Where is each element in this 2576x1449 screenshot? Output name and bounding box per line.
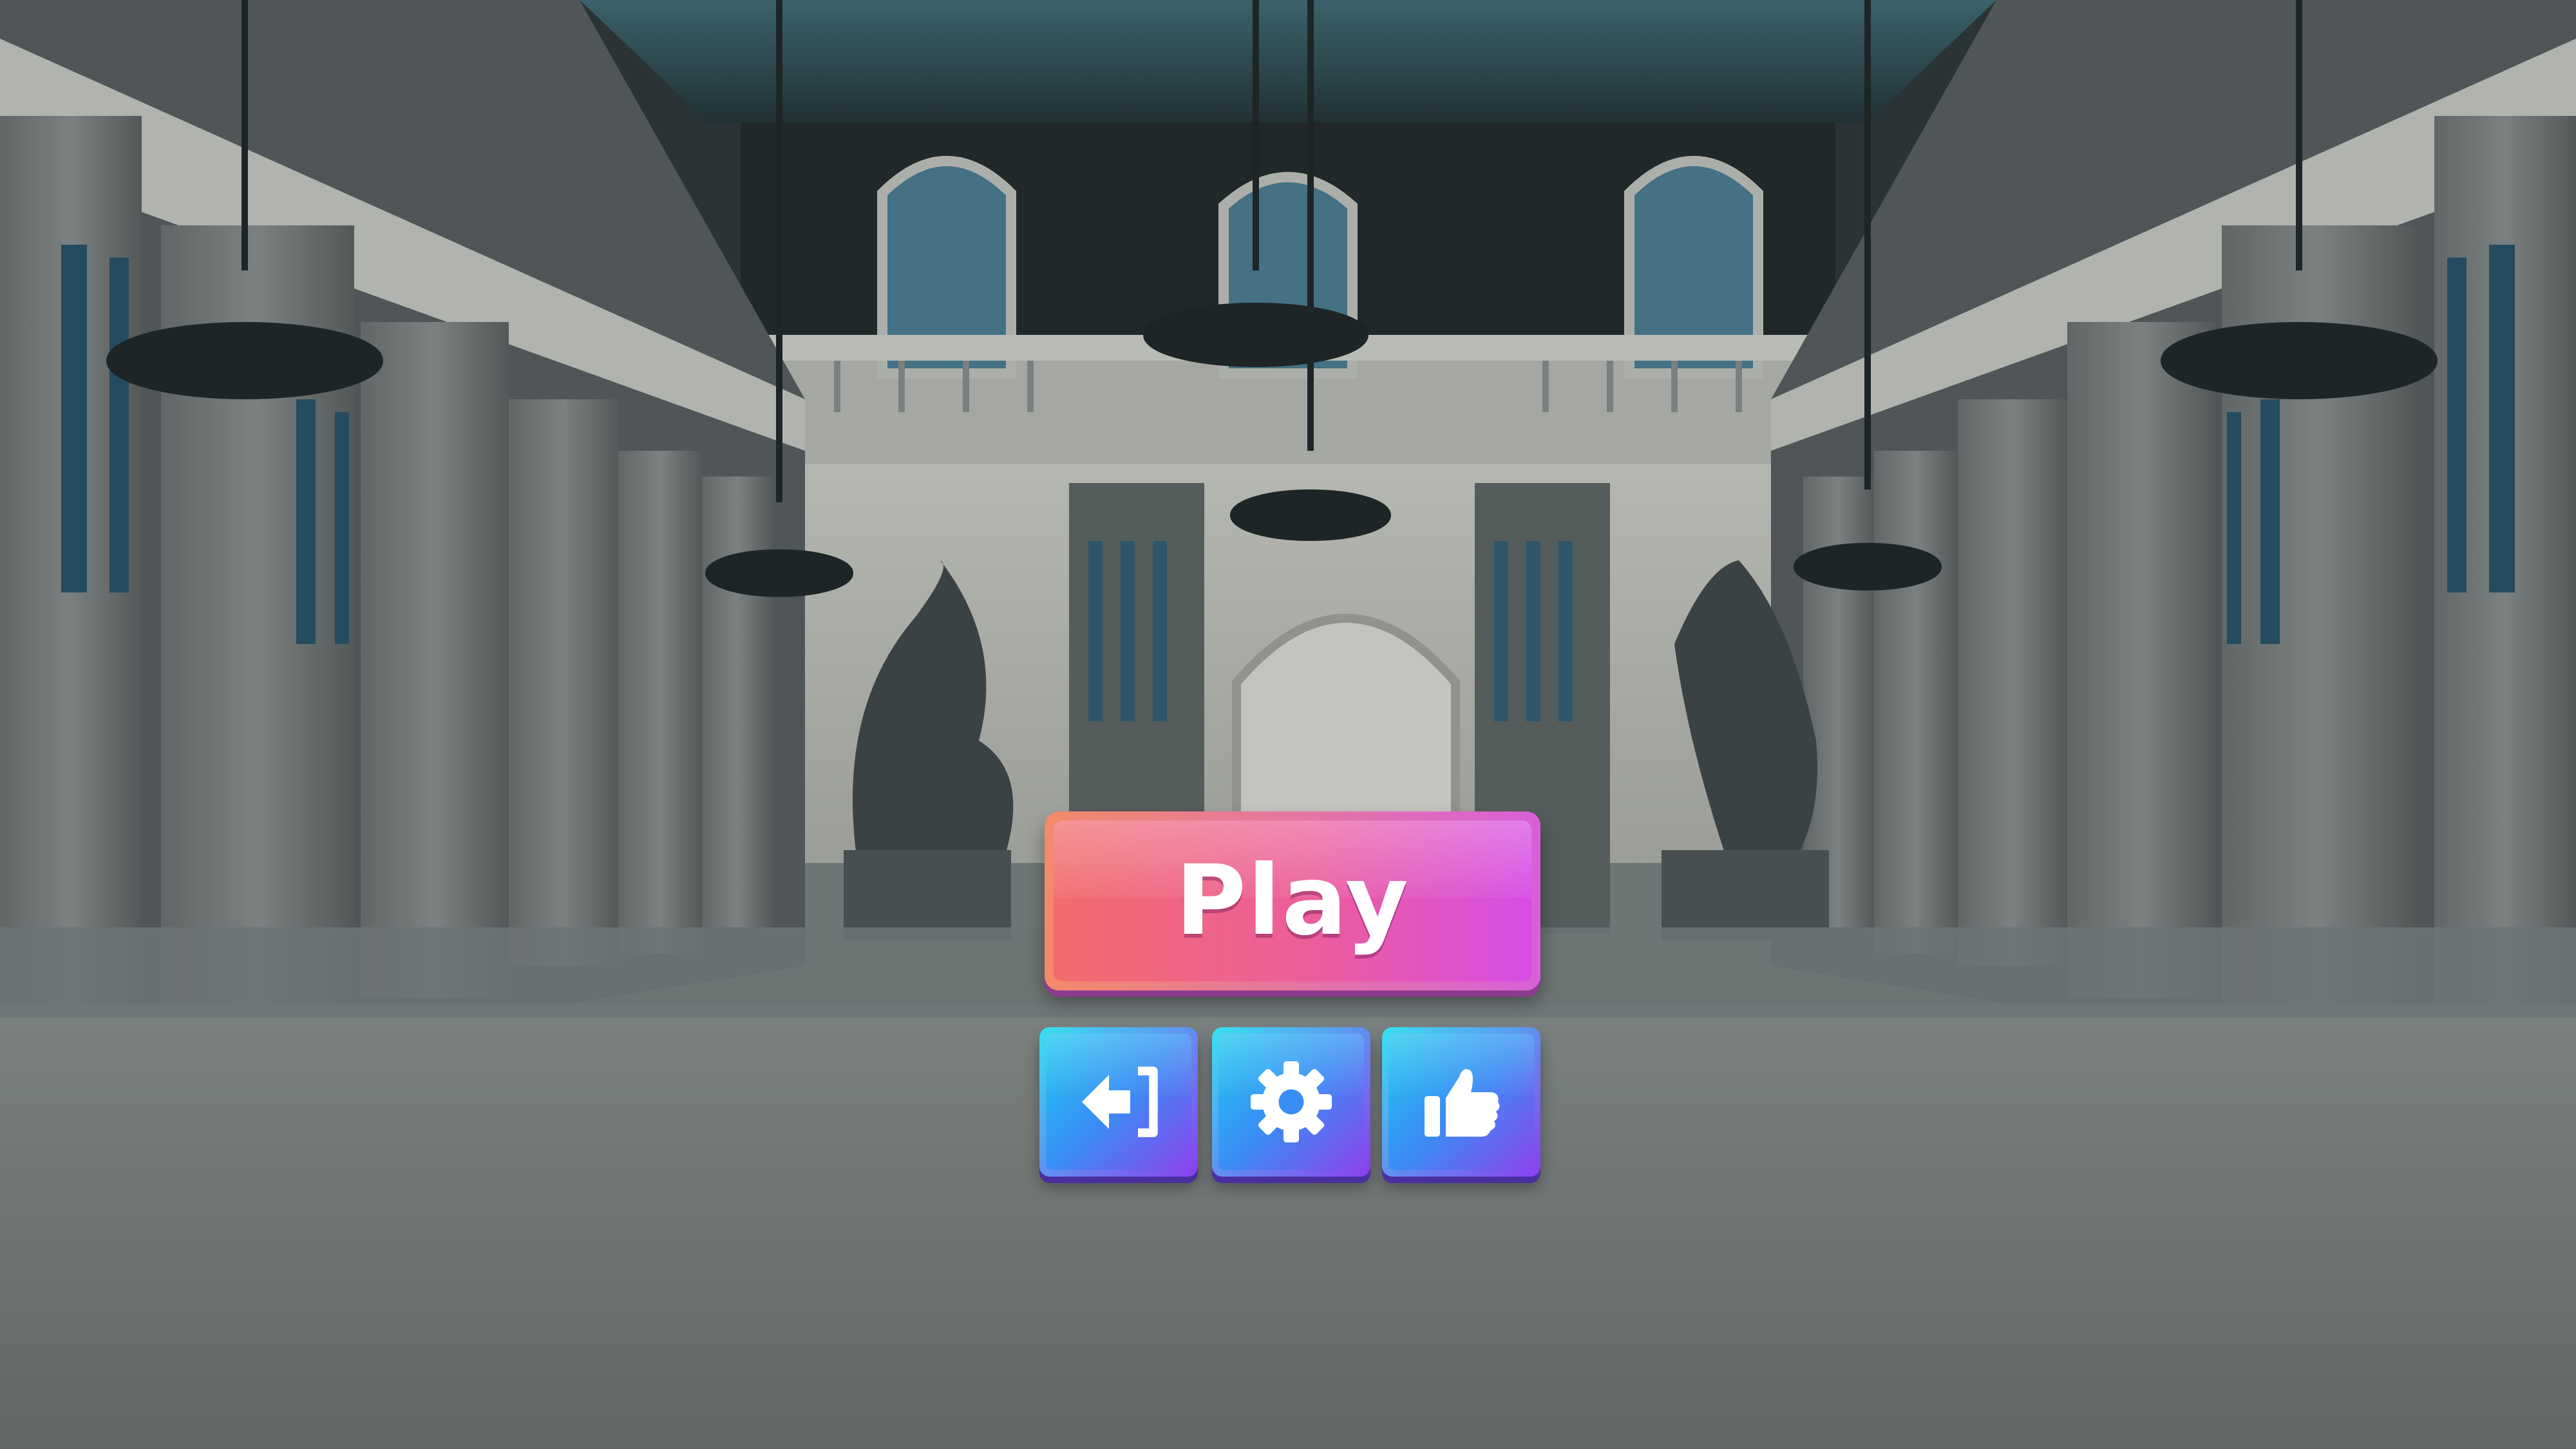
gear-icon xyxy=(1251,1061,1332,1142)
exit-button[interactable] xyxy=(1039,1027,1198,1177)
exit-button-face xyxy=(1046,1034,1191,1170)
play-button-label: Play xyxy=(1175,845,1410,957)
game-scene: Play xyxy=(0,0,2576,1449)
like-button-face xyxy=(1388,1034,1534,1170)
play-button[interactable]: Play xyxy=(1045,811,1540,990)
like-button[interactable] xyxy=(1382,1027,1540,1177)
settings-button-face xyxy=(1218,1034,1364,1170)
settings-button[interactable] xyxy=(1212,1027,1370,1177)
exit-icon xyxy=(1082,1066,1158,1137)
play-button-face: Play xyxy=(1054,820,1531,981)
thumbs-up-icon xyxy=(1425,1069,1500,1137)
palace-hall-background xyxy=(0,0,2576,1449)
